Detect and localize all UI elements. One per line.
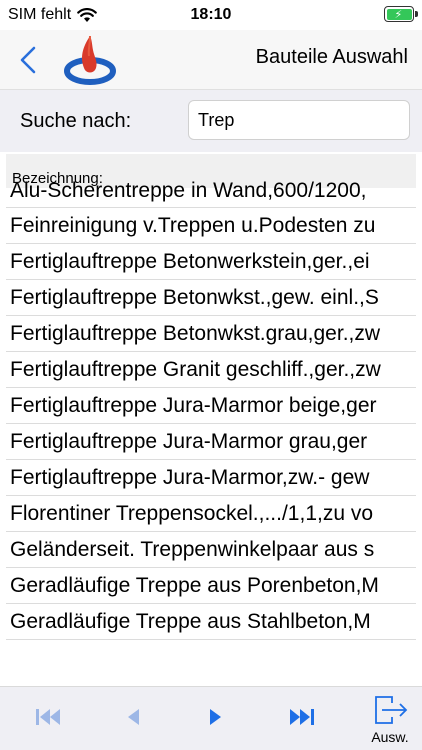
search-input[interactable] <box>188 100 410 140</box>
flame-logo-icon <box>60 30 120 90</box>
battery-charging-icon: ⚡ <box>384 6 418 22</box>
list-item[interactable]: Alu-Scherentreppe in Wand,600/1200, <box>6 180 416 208</box>
status-bar: SIM fehlt 18:10 ⚡ <box>0 0 422 30</box>
list-item[interactable]: Geradläufige Treppe aus Porenbeton,M <box>6 568 416 604</box>
list-item[interactable]: Geradläufige Treppe aus Stahlbeton,M <box>6 604 416 640</box>
previous-page-button[interactable] <box>115 699 151 735</box>
list-item[interactable]: Fertiglauftreppe Jura-Marmor,zw.- gew <box>6 460 416 496</box>
battery-fill: ⚡ <box>386 8 412 21</box>
search-label: Suche nach: <box>20 110 132 132</box>
next-page-button[interactable] <box>198 699 234 735</box>
bottom-toolbar: Ausw. <box>0 686 422 750</box>
list-item[interactable]: Geländerseit. Treppenwinkelpaar aus s <box>6 532 416 568</box>
list-item[interactable]: Fertiglauftreppe Betonwerkstein,ger.,ei <box>6 244 416 280</box>
list-item[interactable]: Fertiglauftreppe Jura-Marmor grau,ger <box>6 424 416 460</box>
play-left-icon <box>128 709 139 725</box>
list-item[interactable]: Florentiner Treppensockel.,.../1,1,zu vo <box>6 496 416 532</box>
select-button[interactable]: Ausw. <box>366 695 414 745</box>
list-item[interactable]: Fertiglauftreppe Granit geschliff.,ger.,… <box>6 352 416 388</box>
search-row: Suche nach: <box>0 90 422 152</box>
play-right-icon <box>210 709 221 725</box>
chevron-left-icon <box>20 46 36 74</box>
skip-first-icon <box>36 709 60 725</box>
list-item[interactable]: Fertiglauftreppe Betonwkst.,gew. einl.,S <box>6 280 416 316</box>
status-time: 18:10 <box>190 6 232 23</box>
first-page-button[interactable] <box>30 699 66 735</box>
last-page-button[interactable] <box>284 699 320 735</box>
page-title: Bauteile Auswahl <box>255 46 408 68</box>
back-button[interactable] <box>16 42 40 78</box>
nav-bar: Bauteile Auswahl <box>0 30 422 90</box>
list-body: Alu-Scherentreppe in Wand,600/1200, Fein… <box>6 180 416 640</box>
skip-last-icon <box>290 709 314 725</box>
list-item[interactable]: Feinreinigung v.Treppen u.Podesten zu <box>6 208 416 244</box>
select-button-label: Ausw. <box>371 729 409 745</box>
list-item[interactable]: Fertiglauftreppe Betonwkst.grau,ger.,zw <box>6 316 416 352</box>
list-item[interactable]: Fertiglauftreppe Jura-Marmor beige,ger <box>6 388 416 424</box>
export-arrow-icon <box>375 696 408 724</box>
bolt-icon: ⚡ <box>394 8 403 21</box>
results-list[interactable]: Bezeichnung: Alu-Scherentreppe in Wand,6… <box>6 154 416 686</box>
